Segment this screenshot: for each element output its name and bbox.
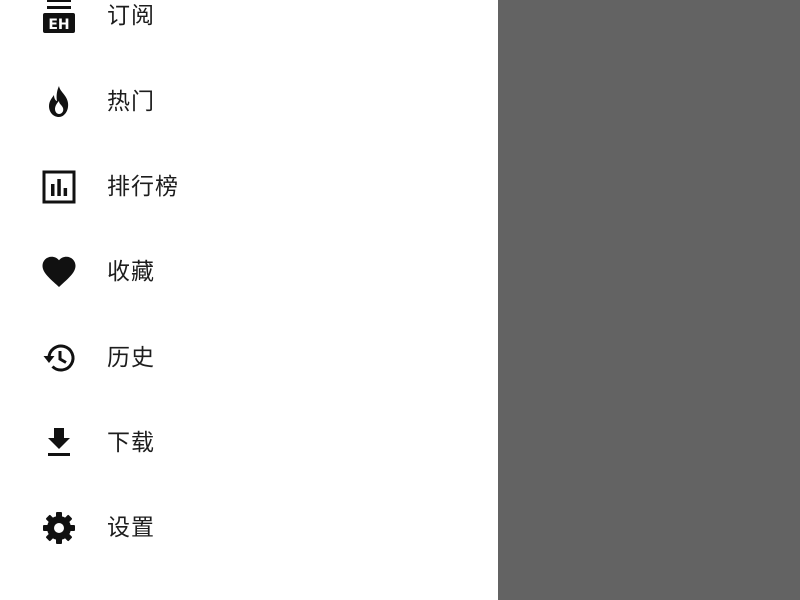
drawer-item-label: 设置 [107, 515, 155, 541]
drawer-item-label: 收藏 [107, 259, 155, 285]
drawer-item-label: 订阅 [107, 3, 155, 29]
drawer-item-label: 历史 [107, 345, 155, 371]
drawer-item-label: 排行榜 [107, 174, 179, 200]
drawer-item-downloads[interactable]: 下载 [0, 407, 498, 479]
svg-text:EH: EH [48, 17, 69, 33]
drawer-item-label: 下载 [107, 430, 155, 456]
fire-icon [41, 84, 77, 120]
navigation-drawer: EH 订阅 热门 排行榜 收藏 历史 下载 设置 [0, 0, 498, 600]
leaderboard-icon [41, 169, 77, 205]
drawer-item-leaderboard[interactable]: 排行榜 [0, 151, 498, 223]
heart-icon [41, 254, 77, 290]
drawer-item-settings[interactable]: 设置 [0, 492, 498, 564]
settings-icon [41, 510, 77, 546]
history-icon [41, 340, 77, 376]
drawer-item-label: 热门 [107, 89, 155, 115]
eh-subscription-icon: EH [41, 0, 77, 34]
drawer-item-subscription[interactable]: EH 订阅 [0, 0, 498, 52]
drawer-item-favorites[interactable]: 收藏 [0, 236, 498, 308]
drawer-item-popular[interactable]: 热门 [0, 66, 498, 138]
drawer-scrim[interactable] [498, 0, 800, 600]
drawer-item-history[interactable]: 历史 [0, 322, 498, 394]
app-screen: EH 订阅 热门 排行榜 收藏 历史 下载 设置 [0, 0, 800, 600]
download-icon [41, 425, 77, 461]
